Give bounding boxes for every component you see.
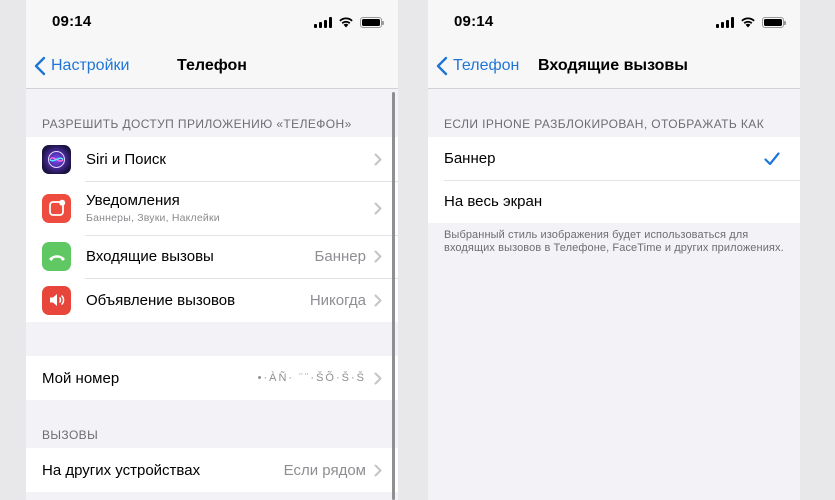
- row-label: Мой номер: [42, 369, 120, 387]
- cellular-signal-icon: [716, 16, 734, 28]
- scroll-indicator[interactable]: [392, 92, 395, 500]
- settings-row-announce-calls[interactable]: Объявление вызовов Никогда: [26, 278, 398, 322]
- navigation-bar: Настройки Телефон: [26, 44, 398, 89]
- settings-row-my-number[interactable]: Мой номер •·ÀÑ· ¨¨·ŠÕ·Š·Š: [26, 356, 398, 400]
- page-title: Телефон: [177, 57, 247, 74]
- settings-row-other-devices[interactable]: На других устройствах Если рядом: [26, 448, 398, 492]
- chevron-right-icon: [374, 153, 382, 165]
- status-time: 09:14: [454, 13, 494, 30]
- battery-icon: [762, 16, 786, 28]
- settings-row-notifications[interactable]: Уведомления Баннеры, Звуки, Наклейки: [26, 181, 398, 235]
- option-label: Баннер: [444, 150, 496, 167]
- row-value: Баннер: [314, 248, 366, 265]
- battery-icon: [360, 16, 384, 28]
- cellular-signal-icon: [314, 16, 332, 28]
- back-button[interactable]: Телефон: [436, 44, 519, 88]
- section-header-access: РАЗРЕШИТЬ ДОСТУП ПРИЛОЖЕНИЮ «ТЕЛЕФОН»: [42, 117, 352, 131]
- settings-row-siri[interactable]: Siri и Поиск: [26, 137, 398, 181]
- access-list: Siri и Поиск Уведомления Баннеры, Звуки,…: [26, 137, 398, 322]
- status-bar: 09:14: [26, 0, 398, 44]
- status-bar: 09:14: [428, 0, 800, 44]
- back-button-label: Телефон: [453, 57, 520, 74]
- row-label: Siri и Поиск: [86, 150, 166, 168]
- row-label: Входящие вызовы: [86, 248, 214, 265]
- siri-icon: [42, 144, 71, 174]
- speaker-icon: [42, 285, 71, 315]
- chevron-right-icon: [374, 294, 382, 306]
- page-title: Входящие вызовы: [538, 57, 688, 74]
- chevron-right-icon: [374, 250, 382, 263]
- phone-icon: [42, 242, 71, 271]
- option-label: На весь экран: [444, 193, 543, 210]
- notifications-icon: [42, 193, 71, 223]
- display-style-options: Баннер На весь экран: [428, 137, 800, 223]
- footer-note: Выбранный стиль изображения будет исполь…: [444, 229, 784, 254]
- calls-list: На других устройствах Если рядом: [26, 448, 398, 492]
- status-time: 09:14: [52, 13, 92, 30]
- row-value: Никогда: [309, 291, 366, 309]
- row-label: Объявление вызовов: [86, 291, 236, 309]
- option-full-screen[interactable]: На весь экран: [428, 180, 800, 223]
- row-subtitle: Баннеры, Звуки, Наклейки: [86, 212, 220, 224]
- chevron-right-icon: [374, 372, 382, 384]
- option-banner[interactable]: Баннер: [428, 137, 800, 180]
- phone-number-value: •·ÀÑ· ¨¨·ŠÕ·Š·Š: [257, 372, 366, 384]
- row-value: Если рядом: [283, 461, 366, 479]
- row-label: На других устройствах: [42, 461, 201, 479]
- phone-settings-screen: 09:14 Настройки Телефон РАЗРЕШИТЬ ДОСТУП…: [26, 0, 398, 500]
- chevron-right-icon: [374, 464, 382, 476]
- navigation-bar: Телефон Входящие вызовы: [428, 44, 800, 89]
- status-icons: [716, 16, 786, 28]
- checkmark-icon: [764, 151, 780, 165]
- chevron-right-icon: [374, 202, 382, 214]
- incoming-calls-screen: 09:14 Телефон Входящие вызовы ЕСЛИ IPHON…: [428, 0, 800, 500]
- wifi-icon: [339, 17, 353, 28]
- settings-row-incoming-calls[interactable]: Входящие вызовы Баннер: [26, 235, 398, 278]
- chevron-left-icon: [436, 56, 448, 76]
- section-header-calls: ВЫЗОВЫ: [42, 428, 99, 442]
- my-number-group: Мой номер •·ÀÑ· ¨¨·ŠÕ·Š·Š: [26, 356, 398, 400]
- row-label: Уведомления: [86, 192, 180, 209]
- status-icons: [314, 16, 384, 28]
- section-header-display-style: ЕСЛИ IPHONE РАЗБЛОКИРОВАН, ОТОБРАЖАТЬ КА…: [444, 117, 765, 131]
- wifi-icon: [741, 17, 755, 28]
